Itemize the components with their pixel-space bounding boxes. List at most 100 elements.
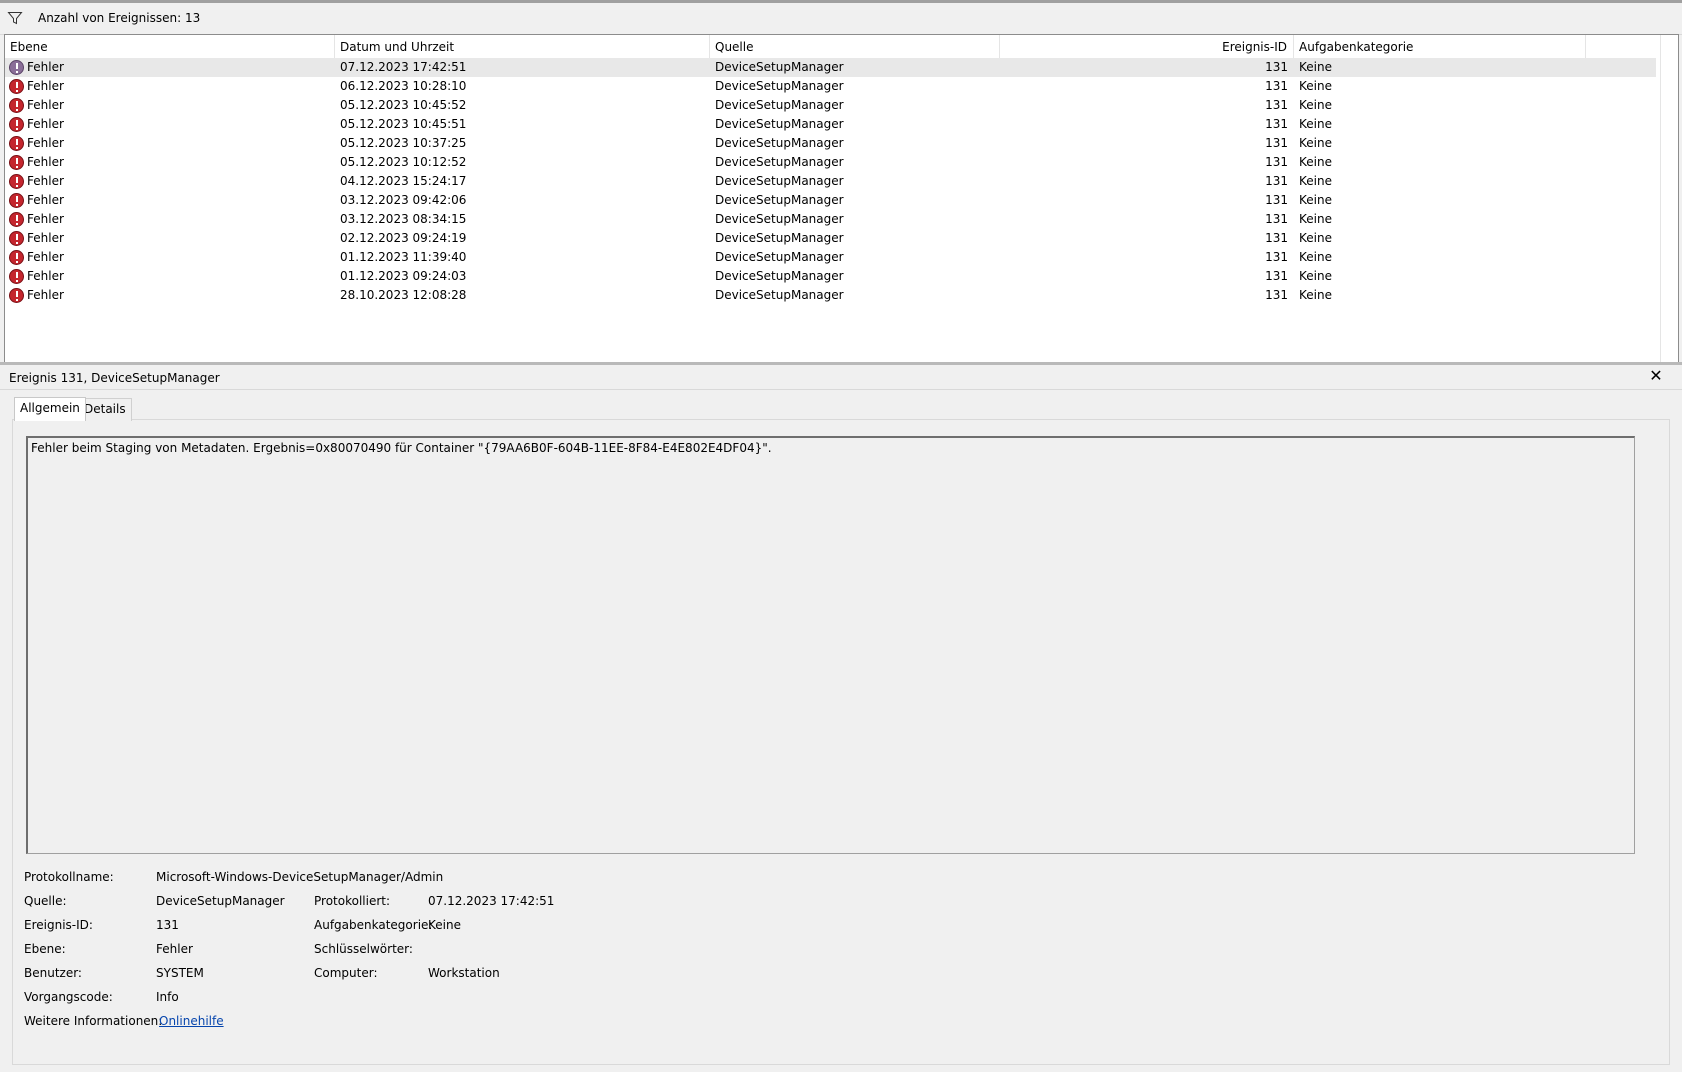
cell-level: Fehler [27,117,64,131]
detail-title: Ereignis 131, DeviceSetupManager [9,371,220,385]
cell-source: DeviceSetupManager [715,79,844,93]
error-icon [9,155,24,170]
label-weitere-informationen: Weitere Informationen: [24,1014,163,1028]
cell-datetime: 02.12.2023 09:24:19 [340,231,467,245]
error-icon [9,117,24,132]
event-rows: Fehler 07.12.2023 17:42:51 DeviceSetupMana… [5,58,1656,305]
cell-datetime: 05.12.2023 10:12:52 [340,155,467,169]
label-vorgangscode: Vorgangscode: [24,990,113,1004]
cell-category: Keine [1299,288,1332,302]
error-icon [9,250,24,265]
cell-source: DeviceSetupManager [715,212,844,226]
cell-event-id: 131 [1265,155,1288,169]
error-icon [9,60,24,75]
table-row[interactable]: Fehler 01.12.2023 09:24:03 DeviceSetupMana… [5,267,1656,286]
label-ebene: Ebene: [24,942,66,956]
error-icon [9,98,24,113]
cell-category: Keine [1299,174,1332,188]
column-header-datetime[interactable]: Datum und Uhrzeit [335,35,710,58]
cell-datetime: 05.12.2023 10:45:51 [340,117,467,131]
error-icon [9,79,24,94]
filter-funnel-icon[interactable] [7,10,23,26]
label-protokollname: Protokollname: [24,870,114,884]
cell-category: Keine [1299,212,1332,226]
table-row[interactable]: Fehler 03.12.2023 09:42:06 DeviceSetupMana… [5,191,1656,210]
cell-category: Keine [1299,250,1332,264]
cell-datetime: 03.12.2023 09:42:06 [340,193,467,207]
cell-category: Keine [1299,155,1332,169]
table-row[interactable]: Fehler 05.12.2023 10:12:52 DeviceSetupMana… [5,153,1656,172]
cell-source: DeviceSetupManager [715,117,844,131]
error-icon [9,174,24,189]
table-row[interactable]: Fehler 28.10.2023 12:08:28 DeviceSetupMana… [5,286,1656,305]
cell-level: Fehler [27,212,64,226]
cell-event-id: 131 [1265,117,1288,131]
table-row[interactable]: Fehler 05.12.2023 10:45:51 DeviceSetupMana… [5,115,1656,134]
cell-category: Keine [1299,269,1332,283]
cell-event-id: 131 [1265,60,1288,74]
table-row[interactable]: Fehler 04.12.2023 15:24:17 DeviceSetupMana… [5,172,1656,191]
cell-event-id: 131 [1265,231,1288,245]
table-row[interactable]: Fehler 05.12.2023 10:37:25 DeviceSetupMana… [5,134,1656,153]
value-quelle: DeviceSetupManager [156,894,285,908]
cell-datetime: 05.12.2023 10:37:25 [340,136,467,150]
cell-level: Fehler [27,98,64,112]
cell-level: Fehler [27,155,64,169]
cell-source: DeviceSetupManager [715,60,844,74]
cell-source: DeviceSetupManager [715,136,844,150]
label-protokolliert: Protokolliert: [314,894,391,908]
cell-category: Keine [1299,193,1332,207]
cell-source: DeviceSetupManager [715,98,844,112]
close-icon[interactable]: ✕ [1648,368,1664,384]
detail-header: Ereignis 131, DeviceSetupManager ✕ [0,365,1682,390]
list-scrollbar[interactable] [1660,35,1678,363]
label-computer: Computer: [314,966,378,980]
column-header-ebene[interactable]: Ebene [5,35,335,58]
error-icon [9,269,24,284]
tab-allgemein[interactable]: Allgemein [14,397,86,421]
cell-event-id: 131 [1265,98,1288,112]
column-header-aufgabenkategorie[interactable]: Aufgabenkategorie [1294,35,1586,58]
cell-source: DeviceSetupManager [715,250,844,264]
onlinehilfe-link[interactable]: Onlinehilfe [159,1014,224,1028]
cell-event-id: 131 [1265,212,1288,226]
value-ebene: Fehler [156,942,193,956]
cell-event-id: 131 [1265,193,1288,207]
value-aufgabenkategorie: Keine [428,918,461,932]
event-list[interactable]: Ebene Datum und Uhrzeit Quelle Ereignis-… [4,34,1679,364]
column-header-quelle[interactable]: Quelle [710,35,1000,58]
cell-category: Keine [1299,136,1332,150]
cell-datetime: 06.12.2023 10:28:10 [340,79,467,93]
cell-level: Fehler [27,269,64,283]
cell-datetime: 04.12.2023 15:24:17 [340,174,467,188]
label-ereignis-id: Ereignis-ID: [24,918,93,932]
error-icon [9,212,24,227]
table-row[interactable]: Fehler 02.12.2023 09:24:19 DeviceSetupMana… [5,229,1656,248]
cell-level: Fehler [27,250,64,264]
label-benutzer: Benutzer: [24,966,82,980]
value-vorgangscode: Info [156,990,179,1004]
description-box[interactable]: Fehler beim Staging von Metadaten. Ergeb… [26,436,1635,854]
error-icon [9,193,24,208]
table-row[interactable]: Fehler 06.12.2023 10:28:10 DeviceSetupMana… [5,77,1656,96]
cell-datetime: 05.12.2023 10:45:52 [340,98,467,112]
table-row[interactable]: Fehler 01.12.2023 11:39:40 DeviceSetupMana… [5,248,1656,267]
table-row[interactable]: Fehler 05.12.2023 10:45:52 DeviceSetupMana… [5,96,1656,115]
table-row[interactable]: Fehler 03.12.2023 08:34:15 DeviceSetupMana… [5,210,1656,229]
tab-details[interactable]: Details [78,398,132,421]
cell-datetime: 01.12.2023 11:39:40 [340,250,467,264]
cell-datetime: 07.12.2023 17:42:51 [340,60,467,74]
value-protokollname: Microsoft-Windows-DeviceSetupManager/Adm… [156,870,444,884]
cell-datetime: 01.12.2023 09:24:03 [340,269,467,283]
table-row[interactable]: Fehler 07.12.2023 17:42:51 DeviceSetupMana… [5,58,1656,77]
cell-event-id: 131 [1265,136,1288,150]
cell-event-id: 131 [1265,174,1288,188]
cell-datetime: 03.12.2023 08:34:15 [340,212,467,226]
column-header-event-id[interactable]: Ereignis-ID [1000,35,1294,58]
cell-level: Fehler [27,193,64,207]
cell-event-id: 131 [1265,250,1288,264]
cell-level: Fehler [27,60,64,74]
value-benutzer: SYSTEM [156,966,204,980]
cell-source: DeviceSetupManager [715,193,844,207]
cell-level: Fehler [27,288,64,302]
